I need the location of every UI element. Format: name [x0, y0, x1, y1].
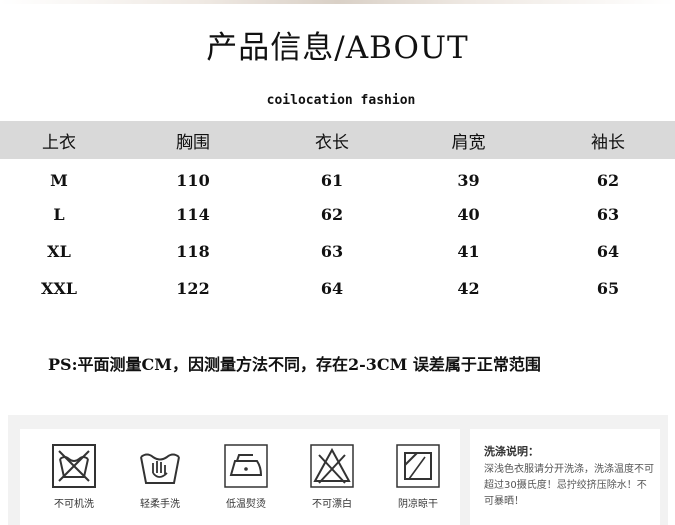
table-header-row: 上衣 胸围 衣长 肩宽 袖长 [0, 121, 675, 159]
table-cell: XXL [40, 279, 78, 298]
care-label: 阴凉晾干 [398, 499, 438, 510]
care-label: 不可漂白 [312, 499, 352, 510]
header-chest: 胸围 [176, 132, 210, 153]
care-label: 轻柔手洗 [140, 499, 180, 510]
measurement-note: PS:平面测量CM，因测量方法不同，存在2-3CM 误差属于正常范围 [48, 355, 541, 374]
table-cell: 114 [176, 205, 210, 224]
care-label: 低温熨烫 [226, 499, 266, 510]
table-cell: 62 [596, 171, 620, 190]
header-sleeve: 袖长 [591, 132, 625, 153]
shade-dry-icon [396, 444, 440, 488]
table-cell: 39 [457, 171, 480, 190]
table-cell: 118 [176, 242, 210, 261]
table-row: XXL 122 64 42 65 [0, 270, 675, 307]
low-iron-icon [224, 444, 268, 488]
care-label: 不可机洗 [54, 499, 94, 510]
page-title: 产品信息/ABOUT [206, 30, 469, 66]
care-item-no-bleach: 不可漂白 [294, 443, 370, 510]
header-length: 衣长 [315, 132, 349, 153]
table-row: M 110 61 39 62 [0, 159, 675, 196]
header-top: 上衣 [42, 132, 76, 153]
table-cell: 41 [457, 242, 480, 261]
page-subtitle: coilocation fashion [266, 93, 416, 108]
care-item-hand-wash: 轻柔手洗 [122, 443, 198, 510]
hand-wash-icon [140, 453, 180, 484]
table-cell: 64 [596, 242, 620, 261]
table-cell: 61 [320, 171, 344, 190]
table-cell: M [50, 171, 68, 190]
table-cell: 63 [596, 205, 620, 224]
no-machine-wash-icon [52, 444, 96, 488]
table-row: XL 118 63 41 64 [0, 233, 675, 270]
care-item-shade-dry: 阴凉晾干 [380, 443, 456, 510]
table-cell: 65 [596, 279, 620, 298]
care-instructions-text: 深浅色衣服请分开洗涤，洗涤温度不可超过30摄氏度！忌拧绞挤压除水！不可暴晒！ [484, 464, 654, 507]
table-cell: 110 [176, 171, 210, 190]
top-decorative-rule [0, 0, 675, 4]
table-cell: XL [47, 242, 71, 261]
care-item-low-iron: 低温熨烫 [208, 443, 284, 510]
header-shoulder: 肩宽 [451, 132, 486, 153]
table-cell: 40 [457, 205, 480, 224]
table-cell: 122 [176, 279, 210, 298]
table-cell: L [53, 205, 65, 224]
table-row: L 114 62 40 63 [0, 196, 675, 233]
size-table: 上衣 胸围 衣长 肩宽 袖长 M 110 61 39 62 L 114 62 4… [0, 121, 675, 307]
table-cell: 63 [320, 242, 344, 261]
care-instructions-box: 洗涤说明： 深浅色衣服请分开洗涤，洗涤温度不可超过30摄氏度！忌拧绞挤压除水！不… [470, 429, 660, 525]
table-cell: 64 [320, 279, 344, 298]
table-cell: 62 [320, 205, 344, 224]
care-instructions-title: 洗涤说明： [484, 445, 539, 458]
table-cell: 42 [457, 279, 480, 298]
no-bleach-icon [310, 444, 354, 488]
care-panel: 不可机洗 轻柔手洗 低温熨烫 不可漂白 阴凉晾干 洗涤说明： 深浅色衣服请分开洗… [8, 415, 668, 525]
care-item-no-machine-wash: 不可机洗 [36, 443, 112, 510]
care-icons-box: 不可机洗 轻柔手洗 低温熨烫 不可漂白 阴凉晾干 [20, 429, 460, 525]
